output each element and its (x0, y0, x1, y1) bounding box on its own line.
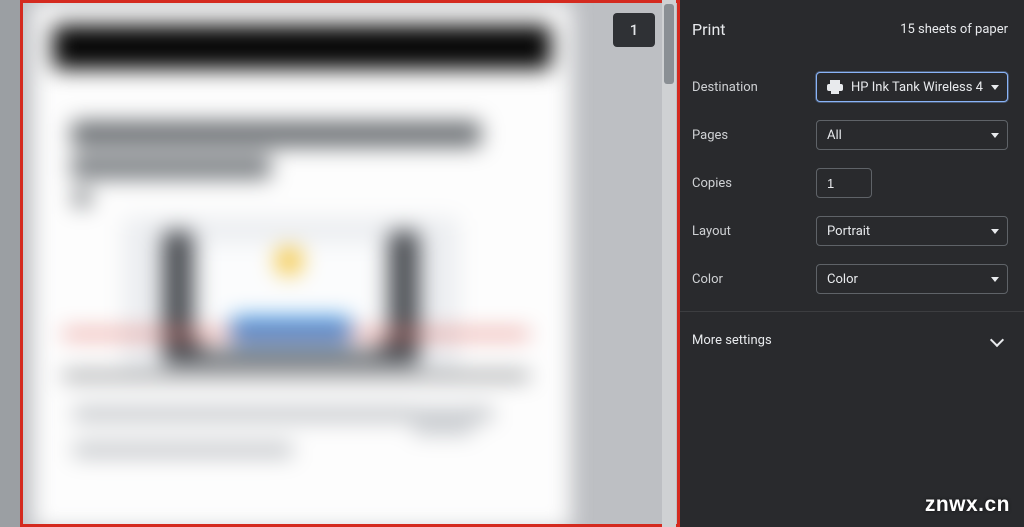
print-settings-sidebar: Print 15 sheets of paper Destination HP … (676, 0, 1024, 527)
pages-select[interactable]: All (816, 120, 1008, 150)
chevron-down-icon (991, 133, 999, 138)
sheet-count: 15 sheets of paper (900, 22, 1008, 37)
more-settings-toggle[interactable]: More settings (692, 312, 1008, 368)
color-label: Color (692, 272, 816, 287)
sidebar-title: Print (692, 20, 725, 39)
destination-select[interactable]: HP Ink Tank Wireless 4 (816, 72, 1008, 102)
destination-value: HP Ink Tank Wireless 4 (851, 80, 983, 95)
pages-label: Pages (692, 128, 816, 143)
copies-label: Copies (692, 176, 816, 191)
layout-label: Layout (692, 224, 816, 239)
copies-input[interactable] (816, 168, 872, 198)
chevron-down-icon (991, 85, 999, 90)
layout-value: Portrait (827, 224, 983, 239)
chevron-down-icon (990, 333, 1004, 347)
preview-scrollbar-thumb[interactable] (664, 4, 674, 84)
preview-page-bounds: 1 (20, 0, 680, 527)
preview-page (33, 3, 571, 527)
pages-value: All (827, 128, 983, 143)
more-settings-label: More settings (692, 333, 772, 348)
color-select[interactable]: Color (816, 264, 1008, 294)
chevron-down-icon (991, 277, 999, 282)
chevron-down-icon (991, 229, 999, 234)
page-number-badge: 1 (613, 13, 655, 47)
layout-select[interactable]: Portrait (816, 216, 1008, 246)
color-value: Color (827, 272, 983, 287)
printer-icon (827, 80, 843, 94)
destination-label: Destination (692, 80, 816, 95)
preview-scrollbar[interactable] (662, 0, 676, 527)
print-preview-pane: 1 (0, 0, 676, 527)
